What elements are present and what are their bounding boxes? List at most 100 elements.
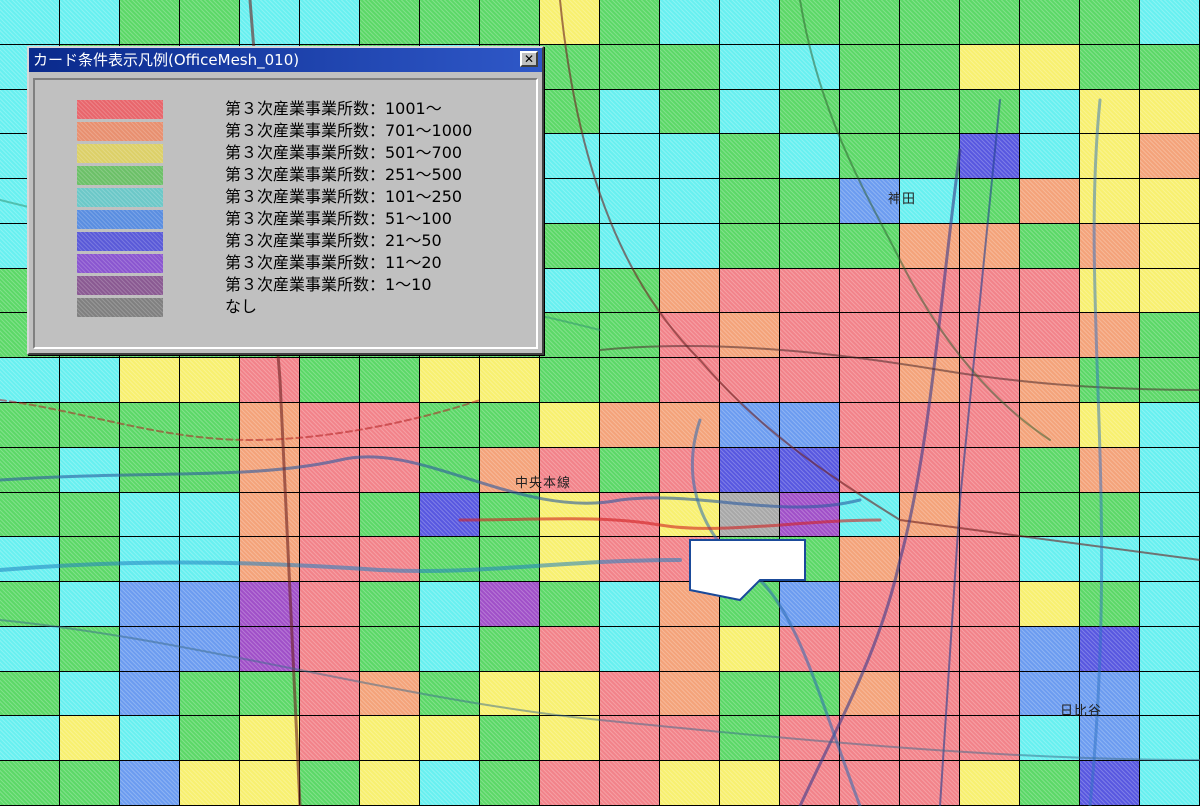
mesh-cell[interactable]	[600, 537, 660, 582]
mesh-cell[interactable]	[960, 716, 1020, 761]
mesh-cell[interactable]	[960, 179, 1020, 224]
mesh-cell[interactable]	[420, 716, 480, 761]
mesh-cell[interactable]	[720, 716, 780, 761]
mesh-cell[interactable]	[1020, 45, 1080, 90]
mesh-cell[interactable]	[960, 582, 1020, 627]
mesh-cell[interactable]	[540, 627, 600, 672]
mesh-cell[interactable]	[480, 403, 540, 448]
mesh-cell[interactable]	[840, 403, 900, 448]
mesh-cell[interactable]	[540, 179, 600, 224]
mesh-cell[interactable]	[960, 403, 1020, 448]
mesh-cell[interactable]	[720, 358, 780, 403]
mesh-cell[interactable]	[120, 627, 180, 672]
mesh-cell[interactable]	[900, 627, 960, 672]
mesh-cell[interactable]	[240, 582, 300, 627]
mesh-cell[interactable]	[360, 537, 420, 582]
mesh-cell[interactable]	[720, 45, 780, 90]
mesh-cell[interactable]	[960, 90, 1020, 134]
mesh-cell[interactable]	[840, 0, 900, 45]
mesh-cell[interactable]	[840, 761, 900, 806]
mesh-cell[interactable]	[360, 716, 420, 761]
mesh-cell[interactable]	[840, 716, 900, 761]
mesh-cell[interactable]	[660, 672, 720, 716]
mesh-cell[interactable]	[840, 269, 900, 313]
mesh-cell[interactable]	[840, 672, 900, 716]
mesh-cell[interactable]	[600, 269, 660, 313]
mesh-cell[interactable]	[960, 0, 1020, 45]
mesh-cell[interactable]	[1080, 90, 1140, 134]
mesh-cell[interactable]	[1140, 224, 1200, 269]
mesh-cell[interactable]	[720, 224, 780, 269]
mesh-cell[interactable]	[1080, 0, 1140, 45]
mesh-cell[interactable]	[600, 627, 660, 672]
mesh-cell[interactable]	[1080, 761, 1140, 806]
mesh-cell[interactable]	[120, 448, 180, 493]
mesh-cell[interactable]	[840, 90, 900, 134]
mesh-cell[interactable]	[1020, 179, 1080, 224]
mesh-cell[interactable]	[300, 448, 360, 493]
mesh-cell[interactable]	[420, 761, 480, 806]
mesh-cell[interactable]	[720, 761, 780, 806]
mesh-cell[interactable]	[780, 45, 840, 90]
mesh-cell[interactable]	[900, 134, 960, 179]
mesh-cell[interactable]	[960, 761, 1020, 806]
mesh-cell[interactable]	[1140, 90, 1200, 134]
mesh-cell[interactable]	[900, 90, 960, 134]
mesh-cell[interactable]	[600, 45, 660, 90]
mesh-cell[interactable]	[600, 90, 660, 134]
mesh-cell[interactable]	[780, 269, 840, 313]
mesh-cell[interactable]	[0, 403, 60, 448]
mesh-cell[interactable]	[60, 493, 120, 537]
mesh-cell[interactable]	[60, 716, 120, 761]
mesh-cell[interactable]	[1140, 45, 1200, 90]
mesh-cell[interactable]	[1140, 358, 1200, 403]
mesh-cell[interactable]	[1140, 761, 1200, 806]
mesh-cell[interactable]	[900, 269, 960, 313]
mesh-cell[interactable]	[1080, 493, 1140, 537]
mesh-cell[interactable]	[720, 90, 780, 134]
mesh-cell[interactable]	[600, 403, 660, 448]
mesh-cell[interactable]	[420, 627, 480, 672]
mesh-cell[interactable]	[180, 537, 240, 582]
mesh-cell[interactable]	[60, 582, 120, 627]
mesh-cell[interactable]	[900, 761, 960, 806]
mesh-cell[interactable]	[540, 0, 600, 45]
mesh-cell[interactable]	[900, 0, 960, 45]
mesh-cell[interactable]	[480, 358, 540, 403]
mesh-cell[interactable]	[300, 358, 360, 403]
mesh-cell[interactable]	[780, 582, 840, 627]
mesh-cell[interactable]	[480, 716, 540, 761]
mesh-cell[interactable]	[300, 493, 360, 537]
mesh-cell[interactable]	[600, 582, 660, 627]
mesh-cell[interactable]	[540, 90, 600, 134]
mesh-cell[interactable]	[1020, 761, 1080, 806]
mesh-cell[interactable]	[1140, 403, 1200, 448]
mesh-cell[interactable]	[420, 448, 480, 493]
mesh-cell[interactable]	[720, 537, 780, 582]
mesh-cell[interactable]	[600, 493, 660, 537]
mesh-cell[interactable]	[600, 448, 660, 493]
mesh-cell[interactable]	[900, 493, 960, 537]
mesh-cell[interactable]	[1080, 716, 1140, 761]
mesh-cell[interactable]	[0, 358, 60, 403]
mesh-cell[interactable]	[60, 537, 120, 582]
mesh-cell[interactable]	[1140, 448, 1200, 493]
mesh-cell[interactable]	[240, 448, 300, 493]
mesh-cell[interactable]	[660, 716, 720, 761]
mesh-cell[interactable]	[960, 134, 1020, 179]
mesh-cell[interactable]	[720, 672, 780, 716]
mesh-cell[interactable]	[0, 627, 60, 672]
mesh-cell[interactable]	[780, 627, 840, 672]
mesh-cell[interactable]	[900, 537, 960, 582]
mesh-cell[interactable]	[0, 672, 60, 716]
mesh-cell[interactable]	[240, 672, 300, 716]
mesh-cell[interactable]	[240, 716, 300, 761]
mesh-cell[interactable]	[660, 90, 720, 134]
mesh-cell[interactable]	[660, 45, 720, 90]
mesh-cell[interactable]	[960, 224, 1020, 269]
mesh-cell[interactable]	[1140, 627, 1200, 672]
mesh-cell[interactable]	[780, 493, 840, 537]
mesh-cell[interactable]	[660, 179, 720, 224]
legend-titlebar[interactable]: カード条件表示凡例(OfficeMesh_010)	[29, 48, 542, 72]
mesh-cell[interactable]	[240, 403, 300, 448]
